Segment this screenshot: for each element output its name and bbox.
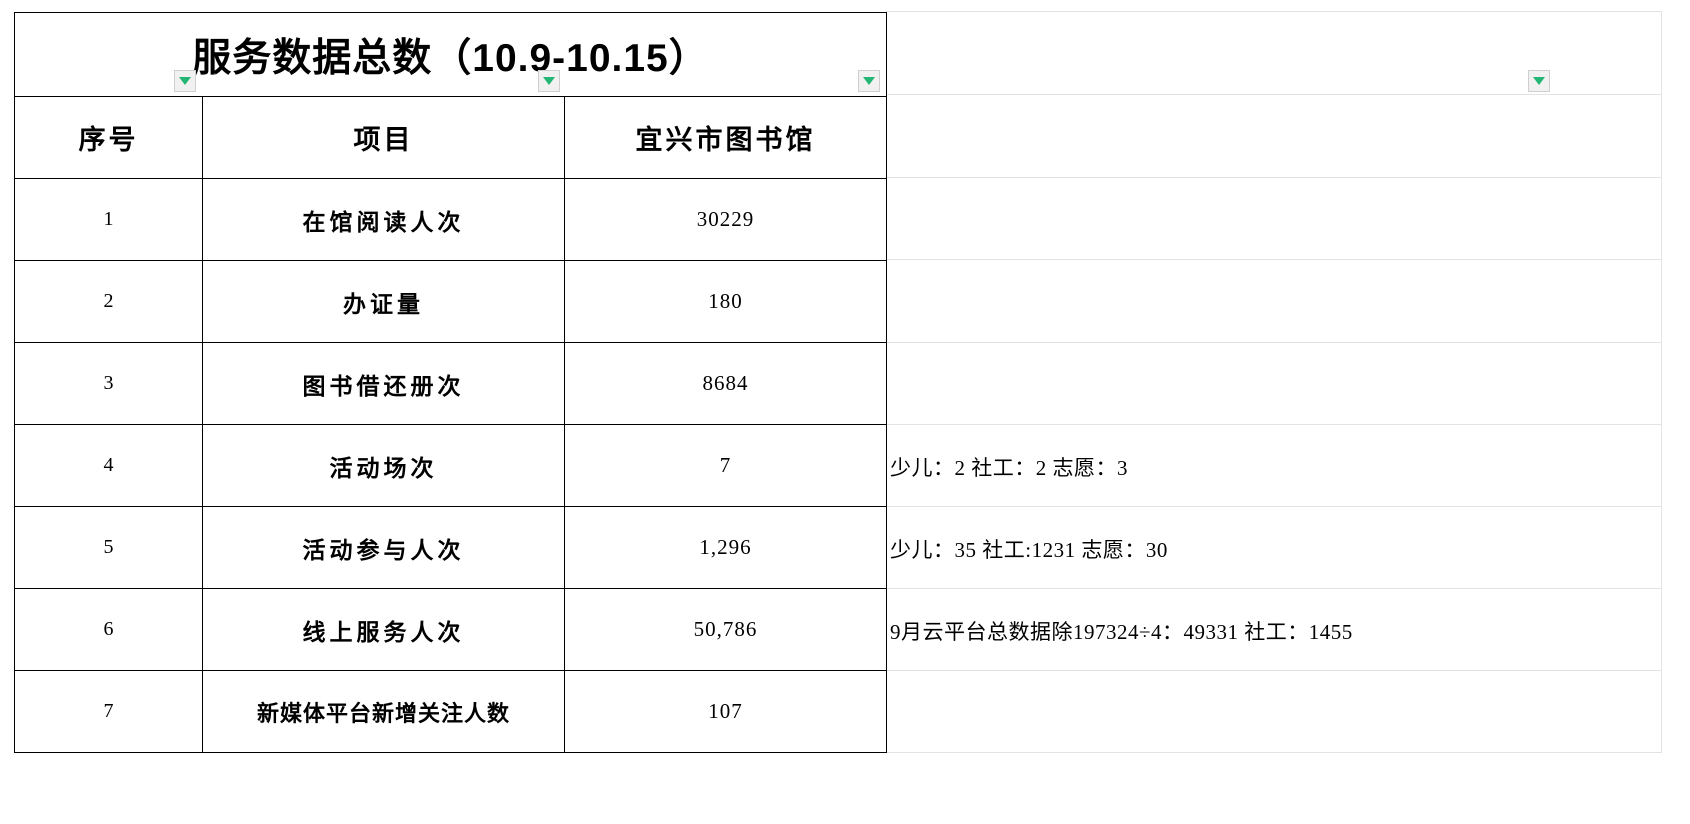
cell-serial: 4 xyxy=(14,424,203,507)
chevron-down-icon xyxy=(543,77,555,85)
cell-value: 7 xyxy=(564,424,887,507)
cell-value: 1,296 xyxy=(564,506,887,589)
cell-item: 活动参与人次 xyxy=(202,506,565,589)
cell-item: 在馆阅读人次 xyxy=(202,178,565,261)
note-activity-participants: 少儿：35 社工:1231 志愿：30 xyxy=(890,538,1168,562)
filter-dropdown-serial-icon[interactable] xyxy=(174,70,196,92)
filter-dropdown-notes-icon[interactable] xyxy=(1528,70,1550,92)
cell-serial: 3 xyxy=(14,342,203,425)
cell-item: 新媒体平台新增关注人数 xyxy=(202,670,565,753)
column-header-value: 宜兴市图书馆 xyxy=(564,96,887,179)
chevron-down-icon xyxy=(179,77,191,85)
table-row: 7 新媒体平台新增关注人数 107 xyxy=(14,670,887,753)
grid-line-horizontal xyxy=(886,342,1662,343)
cell-value: 180 xyxy=(564,260,887,343)
cell-serial: 1 xyxy=(14,178,203,261)
table-row: 4 活动场次 7 xyxy=(14,424,887,507)
grid-line-horizontal xyxy=(886,424,1662,425)
cell-serial: 6 xyxy=(14,588,203,671)
cell-value: 50,786 xyxy=(564,588,887,671)
cell-value: 8684 xyxy=(564,342,887,425)
service-data-table: 服务数据总数（10.9-10.15） 序号 项目 宜兴市图书馆 1 在馆阅读人次… xyxy=(14,12,887,753)
chevron-down-icon xyxy=(863,77,875,85)
filter-dropdown-item-icon[interactable] xyxy=(538,70,560,92)
cell-value: 107 xyxy=(564,670,887,753)
cell-serial: 7 xyxy=(14,670,203,753)
grid-line-vertical xyxy=(1661,11,1662,752)
spreadsheet-canvas: 服务数据总数（10.9-10.15） 序号 项目 宜兴市图书馆 1 在馆阅读人次… xyxy=(0,0,1690,824)
cell-serial: 2 xyxy=(14,260,203,343)
grid-line-horizontal xyxy=(886,752,1662,753)
table-header-row: 序号 项目 宜兴市图书馆 xyxy=(14,96,887,179)
table-title-row: 服务数据总数（10.9-10.15） xyxy=(14,12,887,97)
grid-line-horizontal xyxy=(886,588,1662,589)
table-row: 3 图书借还册次 8684 xyxy=(14,342,887,425)
cell-item: 图书借还册次 xyxy=(202,342,565,425)
grid-line-horizontal xyxy=(886,94,1662,95)
note-activity-sessions: 少儿：2 社工：2 志愿：3 xyxy=(890,456,1128,480)
grid-line-horizontal xyxy=(886,177,1662,178)
chevron-down-icon xyxy=(1533,77,1545,85)
table-row: 5 活动参与人次 1,296 xyxy=(14,506,887,589)
cell-value: 30229 xyxy=(564,178,887,261)
cell-item: 办证量 xyxy=(202,260,565,343)
grid-line-horizontal xyxy=(886,506,1662,507)
cell-item: 线上服务人次 xyxy=(202,588,565,671)
grid-line-horizontal xyxy=(886,259,1662,260)
cell-item: 活动场次 xyxy=(202,424,565,507)
table-row: 1 在馆阅读人次 30229 xyxy=(14,178,887,261)
table-row: 2 办证量 180 xyxy=(14,260,887,343)
grid-line-horizontal xyxy=(886,670,1662,671)
filter-dropdown-value-icon[interactable] xyxy=(858,70,880,92)
page-title: 服务数据总数（10.9-10.15） xyxy=(14,12,887,97)
table-row: 6 线上服务人次 50,786 xyxy=(14,588,887,671)
cell-serial: 5 xyxy=(14,506,203,589)
column-header-item: 项目 xyxy=(202,96,565,179)
column-header-serial: 序号 xyxy=(14,96,203,179)
grid-line-horizontal xyxy=(886,11,1662,12)
note-online-services: 9月云平台总数据除197324÷4：49331 社工：1455 xyxy=(890,620,1353,644)
